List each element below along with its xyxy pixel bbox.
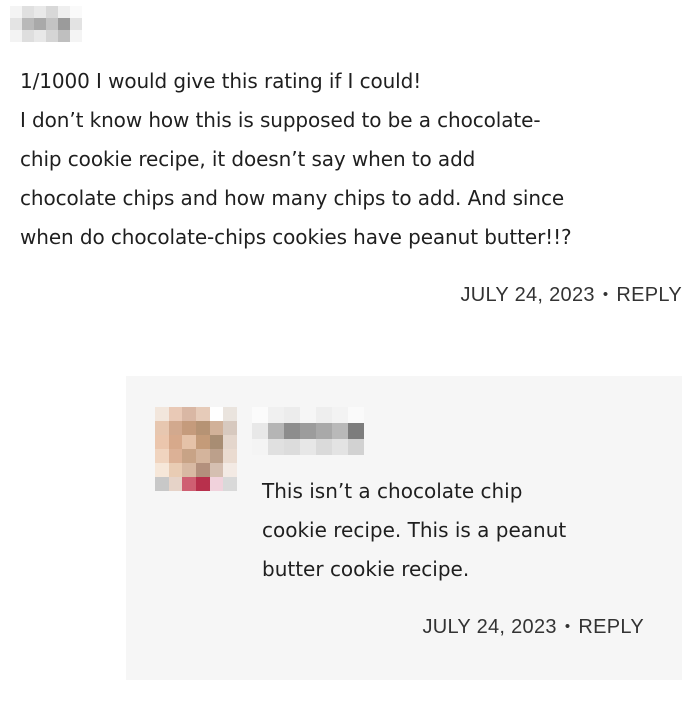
mosaic-cell xyxy=(70,30,82,42)
mosaic-cell xyxy=(316,439,332,455)
mosaic-cell xyxy=(332,423,348,439)
mosaic-cell xyxy=(70,6,82,18)
mosaic-cell xyxy=(332,407,348,423)
mosaic-cell xyxy=(195,421,210,435)
comment-line: chocolate chips and how many chips to ad… xyxy=(20,186,565,210)
reply-line: This isn’t a chocolate chip xyxy=(262,479,523,503)
mosaic-cell xyxy=(252,439,268,455)
mosaic-cell xyxy=(195,407,210,421)
comment-line: chip cookie recipe, it doesn’t say when … xyxy=(20,147,476,171)
mosaic-cell xyxy=(316,407,332,423)
mosaic-cell xyxy=(168,435,183,449)
mosaic-cell xyxy=(209,407,224,421)
mosaic-cell xyxy=(155,449,169,463)
mosaic-cell xyxy=(34,6,46,18)
mosaic-cell xyxy=(300,407,316,423)
redacted-username xyxy=(10,6,82,42)
mosaic-cell xyxy=(58,6,70,18)
mosaic-cell xyxy=(46,6,58,18)
mosaic-cell xyxy=(168,407,183,421)
reply-button[interactable]: REPLY xyxy=(578,616,644,638)
mosaic-cell xyxy=(348,439,364,455)
mosaic-cell xyxy=(209,435,224,449)
mosaic-cell xyxy=(155,435,169,449)
mosaic-cell xyxy=(182,477,196,491)
mosaic-cell xyxy=(10,30,22,42)
reply-meta: JULY 24, 2023 • REPLY xyxy=(422,616,644,639)
mosaic-cell xyxy=(209,449,224,463)
mosaic-cell xyxy=(34,30,46,42)
mosaic-cell xyxy=(182,449,196,463)
reply-line: butter cookie recipe. xyxy=(262,557,470,581)
mosaic-cell xyxy=(195,477,210,491)
mosaic-cell xyxy=(252,407,268,423)
mosaic-cell xyxy=(268,423,284,439)
comment-line: 1/1000 I would give this rating if I cou… xyxy=(20,69,422,93)
mosaic-cell xyxy=(182,435,196,449)
avatar xyxy=(155,407,237,491)
mosaic-cell xyxy=(22,18,34,30)
mosaic-cell xyxy=(46,18,58,30)
mosaic-cell xyxy=(223,407,237,421)
mosaic-cell xyxy=(284,423,300,439)
redacted-username xyxy=(252,407,364,455)
mosaic-cell xyxy=(182,463,196,477)
mosaic-cell xyxy=(332,439,348,455)
separator-dot: • xyxy=(564,618,571,635)
mosaic-cell xyxy=(223,421,237,435)
mosaic-cell xyxy=(268,439,284,455)
mosaic-cell xyxy=(182,421,196,435)
mosaic-cell xyxy=(209,463,224,477)
mosaic-cell xyxy=(10,18,22,30)
comment-body: 1/1000 I would give this rating if I cou… xyxy=(20,62,690,257)
mosaic-cell xyxy=(58,30,70,42)
mosaic-cell xyxy=(46,30,58,42)
comment-line: I don’t know how this is supposed to be … xyxy=(20,108,541,132)
mosaic-cell xyxy=(209,421,224,435)
reply-date: JULY 24, 2023 xyxy=(422,616,557,638)
mosaic-cell xyxy=(284,407,300,423)
mosaic-cell xyxy=(10,6,22,18)
mosaic-cell xyxy=(348,423,364,439)
mosaic-cell xyxy=(316,423,332,439)
mosaic-cell xyxy=(223,477,237,491)
mosaic-cell xyxy=(155,463,169,477)
reply-button[interactable]: REPLY xyxy=(616,284,682,306)
comment-line: when do chocolate-chips cookies have pea… xyxy=(20,225,572,249)
mosaic-cell xyxy=(70,18,82,30)
comment-meta: JULY 24, 2023 • REPLY xyxy=(460,284,682,307)
mosaic-cell xyxy=(168,463,183,477)
mosaic-cell xyxy=(300,423,316,439)
mosaic-cell xyxy=(223,449,237,463)
comment-date: JULY 24, 2023 xyxy=(460,284,595,306)
mosaic-cell xyxy=(182,407,196,421)
mosaic-cell xyxy=(168,421,183,435)
mosaic-cell xyxy=(34,18,46,30)
mosaic-cell xyxy=(155,407,169,421)
mosaic-cell xyxy=(22,30,34,42)
mosaic-cell xyxy=(22,6,34,18)
reply-body: This isn’t a chocolate chip cookie recip… xyxy=(262,472,662,589)
mosaic-cell xyxy=(300,439,316,455)
reply-line: cookie recipe. This is a peanut xyxy=(262,518,567,542)
mosaic-cell xyxy=(268,407,284,423)
mosaic-cell xyxy=(155,421,169,435)
mosaic-cell xyxy=(209,477,224,491)
mosaic-cell xyxy=(195,435,210,449)
mosaic-cell xyxy=(155,477,169,491)
separator-dot: • xyxy=(602,286,609,303)
mosaic-cell xyxy=(58,18,70,30)
mosaic-cell xyxy=(223,463,237,477)
mosaic-cell xyxy=(252,423,268,439)
mosaic-cell xyxy=(284,439,300,455)
mosaic-cell xyxy=(348,407,364,423)
mosaic-cell xyxy=(223,435,237,449)
mosaic-cell xyxy=(168,449,183,463)
mosaic-cell xyxy=(168,477,183,491)
mosaic-cell xyxy=(195,449,210,463)
mosaic-cell xyxy=(195,463,210,477)
